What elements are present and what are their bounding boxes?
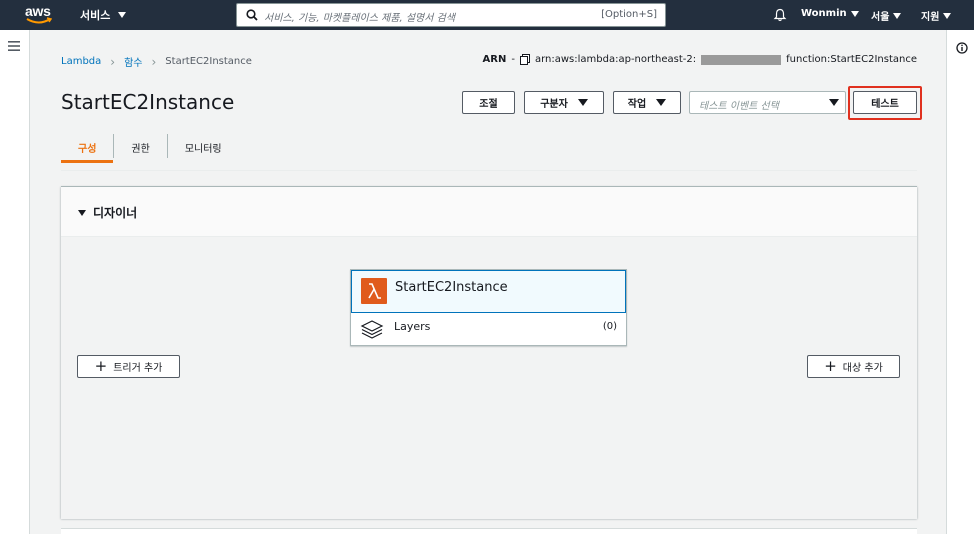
aws-smile-icon (26, 17, 52, 24)
function-arn: ARN - arn:aws:lambda:ap-northeast-2: func… (483, 54, 917, 65)
designer-title[interactable]: 디자이너 (78, 204, 137, 221)
arn-prefix: arn:aws:lambda:ap-northeast-2: (534, 54, 697, 65)
throttle-button[interactable]: 조절 (462, 91, 515, 114)
layers-label[interactable]: Layers (394, 320, 430, 333)
account-name: Wonmin (801, 8, 847, 19)
test-event-placeholder: 테스트 이벤트 선택 (699, 101, 779, 112)
designer-canvas: StartEC2Instance Layers (0) + 트리거 추가 + 대… (61, 237, 917, 519)
page-title: StartEC2Instance (61, 90, 235, 114)
bell-icon[interactable] (773, 8, 787, 22)
breadcrumb-current: StartEC2Instance (165, 56, 252, 67)
redacted-account-id (701, 54, 782, 65)
plus-icon: + (824, 357, 837, 375)
arn-label: ARN (482, 54, 507, 65)
tab-configuration[interactable]: 구성 (61, 132, 114, 163)
designer-header[interactable]: 디자이너 (61, 187, 917, 237)
info-icon[interactable] (956, 42, 968, 54)
arn-dash: - (511, 54, 515, 65)
designer-panel: 디자이너 StartEC2Instance Layers (0) + 트리거 추… (61, 186, 917, 519)
test-button-highlight (848, 86, 922, 120)
support-label: 지원 (921, 12, 940, 23)
qualifiers-button[interactable]: 구분자 (524, 91, 604, 114)
services-label: 서비스 (80, 9, 111, 22)
search-icon (246, 9, 258, 21)
function-card: StartEC2Instance Layers (0) (350, 269, 627, 346)
chevron-down-icon (943, 12, 952, 19)
layers-count: (0) (602, 321, 617, 332)
collapse-caret-icon (78, 209, 86, 216)
breadcrumb-lambda[interactable]: Lambda (61, 56, 101, 67)
menu-icon[interactable] (8, 41, 20, 51)
tab-monitoring[interactable]: 모니터링 (168, 132, 239, 163)
add-destination-button[interactable]: + 대상 추가 (807, 355, 900, 378)
actions-label: 작업 (627, 99, 647, 110)
lambda-icon (361, 278, 387, 304)
left-nav-strip (0, 30, 30, 534)
chevron-down-icon (118, 12, 127, 18)
add-trigger-button[interactable]: + 트리거 추가 (77, 355, 180, 378)
designer-title-text: 디자이너 (93, 206, 138, 220)
next-panel-edge (61, 528, 917, 534)
search-shortcut: [Option+S] (601, 9, 657, 20)
services-menu[interactable]: 서비스 (80, 7, 127, 23)
global-search-input[interactable]: 서비스, 기능, 마켓플레이스 제품, 설명서 검색 [Option+S] (236, 3, 666, 27)
qualifiers-label: 구분자 (540, 99, 568, 110)
tab-permissions[interactable]: 권한 (114, 132, 166, 163)
throttle-label: 조절 (479, 99, 498, 110)
copy-icon[interactable] (519, 54, 530, 65)
breadcrumb: Lambda › 함수 › StartEC2Instance (61, 54, 252, 70)
function-node[interactable]: StartEC2Instance (351, 270, 626, 313)
breadcrumb-separator-icon: › (151, 54, 157, 69)
plus-icon: + (94, 357, 108, 375)
region-name: 서울 (871, 12, 890, 23)
actions-button[interactable]: 작업 (613, 91, 681, 114)
breadcrumb-functions[interactable]: 함수 (124, 54, 142, 69)
function-node-name: StartEC2Instance (395, 280, 508, 295)
aws-logo[interactable]: aws (25, 3, 53, 25)
function-tabs: 구성 권한 모니터링 (61, 132, 239, 163)
chevron-down-icon (893, 12, 902, 19)
arn-suffix: function:StartEC2Instance (786, 54, 917, 65)
chevron-down-icon (577, 99, 588, 106)
chevron-down-icon (656, 99, 667, 106)
support-menu[interactable]: 지원 (921, 8, 952, 23)
add-destination-label: 대상 추가 (842, 363, 883, 374)
breadcrumb-separator-icon: › (110, 54, 116, 69)
region-menu[interactable]: 서울 (871, 8, 902, 23)
layers-icon (360, 320, 384, 339)
top-nav-bar: aws 서비스 서비스, 기능, 마켓플레이스 제품, 설명서 검색 [Opti… (0, 0, 974, 30)
chevron-down-icon (829, 99, 839, 106)
right-help-strip (946, 30, 974, 534)
account-menu[interactable]: Wonmin (801, 8, 859, 19)
tabs-underline (61, 170, 917, 171)
search-placeholder: 서비스, 기능, 마켓플레이스 제품, 설명서 검색 (264, 13, 456, 24)
add-trigger-label: 트리거 추가 (113, 363, 163, 374)
test-event-select[interactable]: 테스트 이벤트 선택 (689, 91, 846, 114)
chevron-down-icon (850, 10, 859, 17)
